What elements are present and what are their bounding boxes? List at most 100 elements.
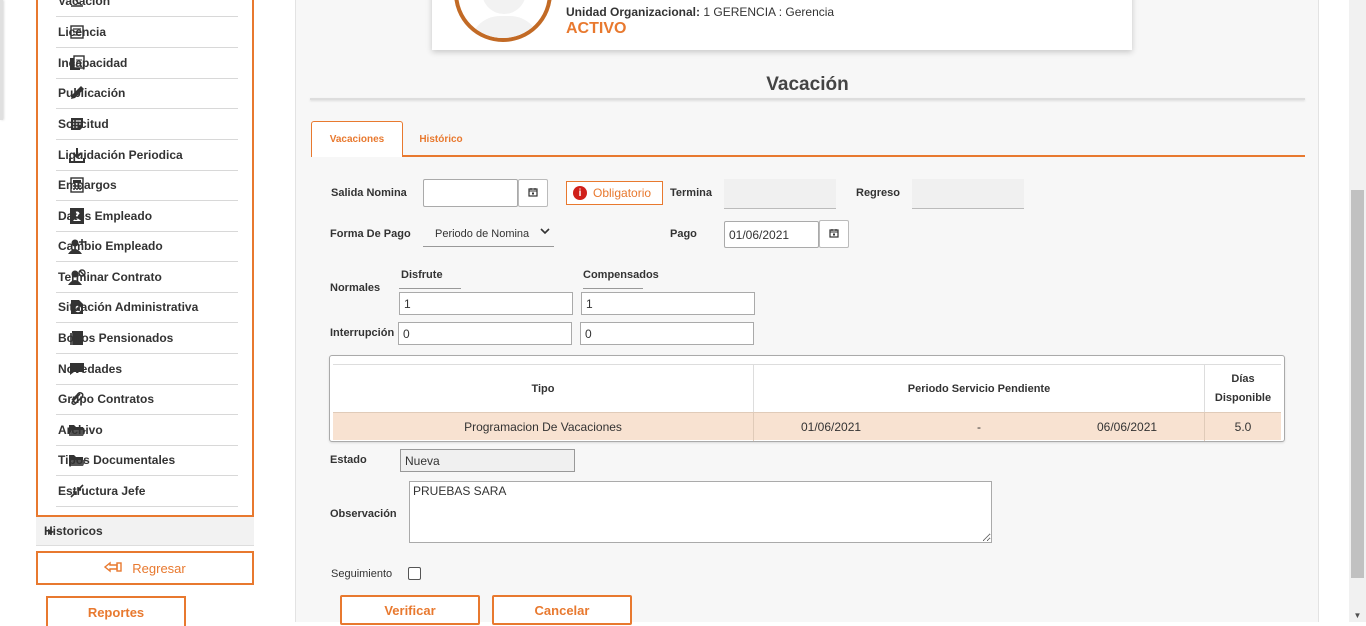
interrupcion-disfrute-input[interactable]: 0 bbox=[398, 322, 572, 345]
observacion-label: Observación bbox=[330, 508, 397, 520]
sidebar-item-novedades[interactable]: Novedades bbox=[56, 354, 238, 385]
normales-label: Normales bbox=[330, 282, 381, 294]
seguimiento-label: Seguimiento bbox=[331, 568, 393, 580]
scroll-down-arrow-icon[interactable]: ▼ bbox=[1351, 610, 1364, 620]
estado-label: Estado bbox=[330, 454, 367, 466]
sidebar-item-solicitud[interactable]: Solicitud bbox=[56, 109, 238, 140]
cancelar-button[interactable]: Cancelar bbox=[492, 595, 632, 625]
sidebar-item-label: Situación Administrativa bbox=[58, 300, 199, 314]
table-row[interactable]: Programacion De Vacaciones 01/06/2021 - … bbox=[333, 412, 1281, 441]
sidebar-item-label: Terminar Contrato bbox=[58, 270, 162, 284]
historicos-toggle[interactable]: ▶ Historicos bbox=[36, 517, 254, 546]
tab-historico[interactable]: Histórico bbox=[405, 121, 477, 157]
sidebar-item-label: Publicación bbox=[58, 86, 126, 100]
sidebar-item-label: Liquidación Periodica bbox=[58, 148, 183, 162]
sidebar-item-datos-empleado[interactable]: Datos Empleado bbox=[56, 201, 238, 232]
sidebar-item-label: Licencia bbox=[58, 25, 107, 39]
sidebar-item-archivo[interactable]: Archivo bbox=[56, 415, 238, 446]
sidebar-item-label: Embargos bbox=[58, 178, 117, 192]
sidebar-item-liquidacion[interactable]: Liquidación Periodica bbox=[56, 140, 238, 171]
sidebar-item-tipos-documentales[interactable]: Tipos Documentales bbox=[56, 445, 238, 476]
sidebar-item-estructura-jefe[interactable]: Estructura Jefe bbox=[56, 476, 238, 507]
pago-label: Pago bbox=[670, 228, 697, 240]
salida-nomina-calendar-button[interactable] bbox=[518, 179, 548, 207]
page-title: Vacación bbox=[766, 74, 849, 95]
verificar-label: Verificar bbox=[384, 602, 436, 618]
column-header-tipo: Tipo bbox=[333, 365, 754, 413]
info-alert-icon: i bbox=[573, 186, 587, 200]
cell-dias: 5.0 bbox=[1234, 420, 1252, 434]
disfrute-header: Disfrute bbox=[401, 269, 443, 281]
termina-input[interactable] bbox=[724, 179, 836, 209]
pago-input[interactable]: 01/06/2021 bbox=[724, 221, 819, 248]
sidebar-item-label: Datos Empleado bbox=[58, 209, 153, 223]
tab-label: Vacaciones bbox=[329, 134, 385, 145]
cell-tipo: Programacion De Vacaciones bbox=[333, 413, 754, 441]
regresar-label: Regresar bbox=[132, 560, 186, 576]
forma-pago-value: Periodo de Nomina bbox=[435, 228, 530, 240]
sidebar-item-publicacion[interactable]: Publicación bbox=[56, 78, 238, 109]
sidebar-item-label: Tipos Documentales bbox=[58, 453, 176, 467]
forma-pago-select[interactable]: Periodo de Nomina bbox=[423, 222, 554, 247]
sidebar-item-bonos-pensionados[interactable]: Bonos Pensionados bbox=[56, 323, 238, 354]
employee-unit-value: 1 GERENCIA : Gerencia bbox=[703, 5, 835, 19]
tab-label: Histórico bbox=[419, 133, 463, 145]
sidebar-item-label: Bonos Pensionados bbox=[58, 331, 174, 345]
sidebar-item-label: Estructura Jefe bbox=[58, 484, 146, 498]
column-header-periodo: Periodo Servicio Pendiente bbox=[754, 365, 1205, 413]
sidebar-item-label: Cambio Empleado bbox=[58, 239, 163, 253]
dias-header-line1: Días bbox=[1231, 373, 1255, 385]
observacion-textarea[interactable]: PRUEBAS SARA bbox=[409, 481, 992, 543]
sidebar-item-vacacion[interactable]: Vacación bbox=[56, 0, 238, 17]
calendar-icon bbox=[528, 186, 538, 200]
salida-nomina-input[interactable] bbox=[423, 179, 518, 207]
dias-header-line2: Disponible bbox=[1214, 392, 1272, 404]
regresar-button[interactable]: Regresar bbox=[36, 551, 254, 585]
avatar bbox=[454, 0, 552, 42]
reportes-label: Reportes bbox=[87, 604, 145, 620]
termina-label: Termina bbox=[670, 187, 712, 199]
calendar-icon bbox=[829, 227, 839, 241]
chevron-down-icon bbox=[540, 227, 550, 238]
regreso-input[interactable] bbox=[912, 179, 1024, 209]
salida-nomina-label: Salida Nomina bbox=[331, 187, 407, 199]
sidebar-item-embargos[interactable]: Embargos bbox=[56, 170, 238, 201]
pago-calendar-button[interactable] bbox=[819, 220, 849, 248]
sidebar-item-grupo-contratos[interactable]: Grupo Contratos bbox=[56, 384, 238, 415]
sidebar-item-label: Vacación bbox=[58, 0, 111, 8]
title-divider bbox=[310, 98, 1305, 100]
cell-periodo: 01/06/2021 - 06/06/2021 bbox=[754, 413, 1205, 441]
sidebar-item-licencia[interactable]: Licencia bbox=[56, 17, 238, 48]
sidebar-item-terminar-contrato[interactable]: Terminar Contrato bbox=[56, 262, 238, 293]
sidebar-item-cambio-empleado[interactable]: Cambio Empleado bbox=[56, 231, 238, 262]
column-header-dias: Días Disponible bbox=[1205, 365, 1281, 413]
tab-vacaciones[interactable]: Vacaciones bbox=[311, 121, 403, 157]
obligatorio-label: Obligatorio bbox=[593, 186, 652, 200]
employee-status: ACTIVO bbox=[566, 20, 627, 37]
verificar-button[interactable]: Verificar bbox=[340, 595, 480, 625]
interrupcion-compensados-input[interactable]: 0 bbox=[580, 322, 754, 345]
sidebar-menu: Vacación Licencia Incapacidad Publicació… bbox=[36, 0, 254, 517]
obligatorio-badge: i Obligatorio bbox=[566, 181, 663, 205]
table-header: Tipo Periodo Servicio Pendiente Días Dis… bbox=[333, 364, 1281, 413]
seguimiento-checkbox[interactable] bbox=[408, 567, 421, 580]
sidebar-item-label: Solicitud bbox=[58, 117, 109, 131]
compensados-header: Compensados bbox=[583, 269, 659, 281]
sidebar-item-label: Archivo bbox=[58, 423, 103, 437]
estado-input[interactable]: Nueva bbox=[400, 449, 575, 472]
left-panel-edge bbox=[0, 0, 3, 120]
forma-pago-label: Forma De Pago bbox=[330, 228, 411, 240]
cell-periodo-desde: 01/06/2021 bbox=[801, 420, 862, 434]
employee-card: Unidad Organizacional: 1 GERENCIA : Gere… bbox=[432, 0, 1132, 50]
normales-compensados-input[interactable]: 1 bbox=[581, 292, 755, 315]
employee-unit: Unidad Organizacional: 1 GERENCIA : Gere… bbox=[566, 5, 834, 19]
sidebar-item-situacion-administrativa[interactable]: Situación Administrativa bbox=[56, 292, 238, 323]
normales-disfrute-input[interactable]: 1 bbox=[399, 292, 573, 315]
vacation-table: Tipo Periodo Servicio Pendiente Días Dis… bbox=[329, 355, 1285, 442]
cell-periodo-separator: - bbox=[977, 420, 981, 434]
cancelar-label: Cancelar bbox=[534, 602, 590, 618]
sidebar-item-label: Incapacidad bbox=[58, 56, 128, 70]
scrollbar-thumb[interactable] bbox=[1351, 190, 1364, 578]
interrupcion-label: Interrupción bbox=[330, 327, 395, 339]
sidebar-item-incapacidad[interactable]: Incapacidad bbox=[56, 48, 238, 79]
